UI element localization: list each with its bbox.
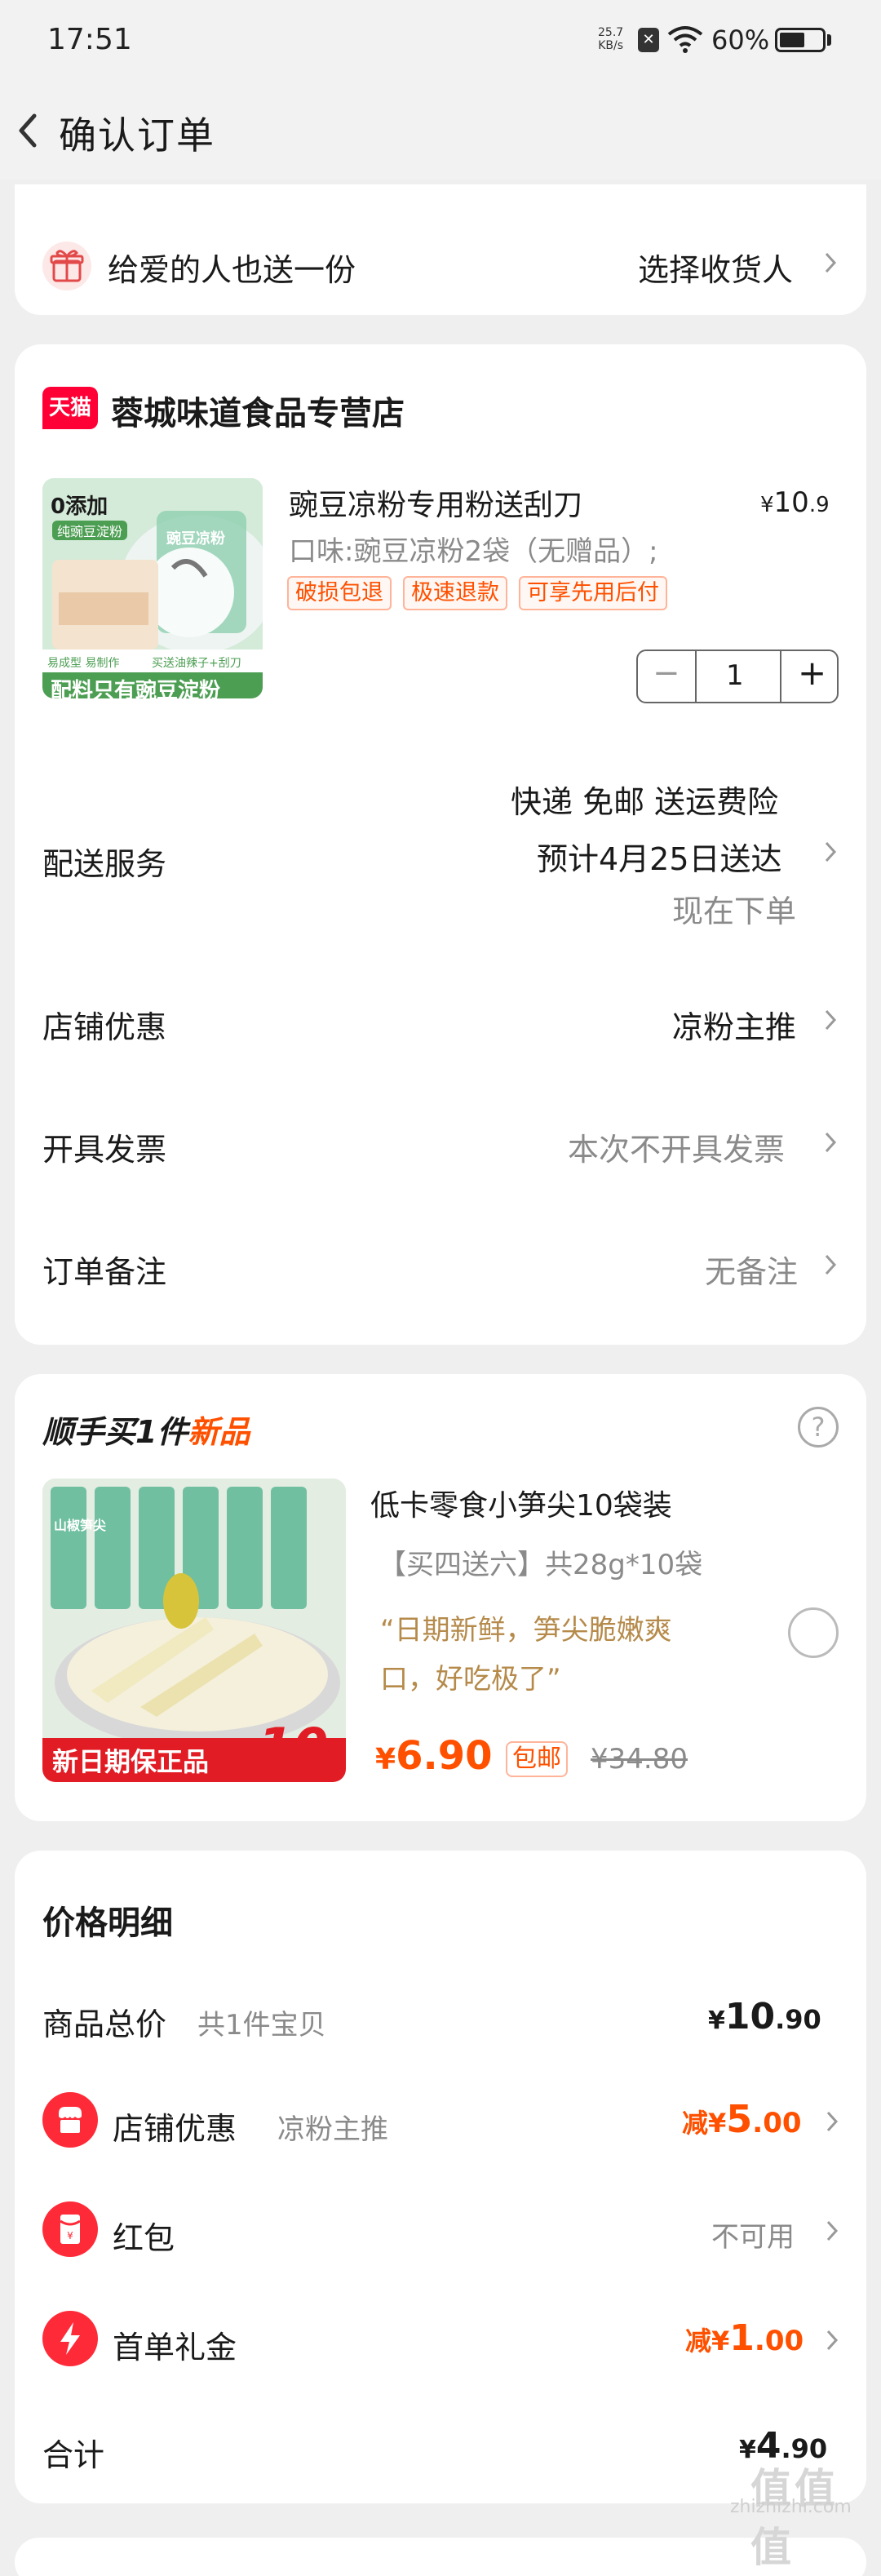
wifi-icon <box>667 26 703 53</box>
gift-card: 给爱的人也送一份 选择收货人 <box>15 184 866 315</box>
free-shipping-badge: 包邮 <box>506 1741 568 1777</box>
price-detail-card: 价格明细 商品总价 共1件宝贝 ¥10.90 店铺优惠 凉粉主推 减¥5.00 … <box>15 1851 866 2503</box>
store-card: 天猫 蓉城味道食品专营店 0添加 纯豌豆淀粉 豌豆凉粉 易成型 易制作 买送油辣… <box>15 344 866 1345</box>
product-title[interactable]: 豌豆凉粉专用粉送刮刀 <box>289 481 582 524</box>
total-label: 合计 <box>42 2437 105 2473</box>
x-box-icon: ✕ <box>638 28 659 52</box>
quantity-stepper: − 1 + <box>636 650 839 703</box>
delivery-method[interactable]: 快递 免邮 送运费险 <box>511 777 778 822</box>
delivery-eta[interactable]: 预计4月25日送达 <box>537 834 782 879</box>
goods-total-label: 商品总价 <box>42 2006 167 2042</box>
addon-product-sub: 【买四送六】共28g*10袋 <box>379 1549 703 1581</box>
chevron-left-icon[interactable] <box>10 98 42 163</box>
first-order-value[interactable]: 减¥1.00 <box>685 2317 804 2359</box>
watermark-site: zhizhizhi.com <box>730 2497 852 2517</box>
red-packet-icon: ¥ <box>42 2201 98 2257</box>
gift-icon <box>42 242 91 290</box>
help-icon[interactable]: ? <box>798 1407 839 1448</box>
tag-pay-later: 可享先用后付 <box>519 576 667 610</box>
page-title: 确认订单 <box>59 113 215 157</box>
status-time: 17:51 <box>47 23 132 56</box>
quantity-value[interactable]: 1 <box>726 659 744 692</box>
network-speed: 25.7 KB/s <box>598 26 624 52</box>
invoice-label: 开具发票 <box>42 1132 167 1168</box>
order-note-value[interactable]: 无备注 <box>705 1247 798 1292</box>
tag-fast-refund: 极速退款 <box>403 576 507 610</box>
nav-bar: 确认订单 <box>0 82 881 180</box>
chevron-right-icon[interactable] <box>824 1131 837 1154</box>
goods-count: 共1件宝贝 <box>197 2009 326 2042</box>
delivery-label: 配送服务 <box>42 846 167 882</box>
chevron-right-icon[interactable] <box>826 2219 839 2242</box>
chevron-right-icon[interactable] <box>826 2329 839 2352</box>
chevron-right-icon[interactable] <box>824 840 837 863</box>
addon-card: 顺手买1件新品 ? 新日期保正品 10 袋 山椒笋尖 低卡零食小笋尖10袋装 【… <box>15 1374 866 1821</box>
product-image[interactable]: 0添加 纯豌豆淀粉 豌豆凉粉 易成型 易制作 买送油辣子+刮刀 配料只有豌豆淀粉 <box>42 478 263 698</box>
invoice-value[interactable]: 本次不开具发票 <box>568 1124 785 1169</box>
addon-title: 顺手买1件新品 <box>42 1414 250 1450</box>
first-order-label: 首单礼金 <box>113 2330 237 2365</box>
battery-tip <box>827 34 831 46</box>
order-now-hint: 现在下单 <box>672 893 797 929</box>
goods-total-value: ¥10.90 <box>708 1996 821 2037</box>
addon-price: ¥6.90 <box>375 1733 493 1779</box>
addon-select-radio[interactable] <box>788 1607 839 1658</box>
lightning-icon <box>42 2311 98 2366</box>
product-price: ¥10.9 <box>760 486 830 519</box>
shop-discount-value[interactable]: 凉粉主推 <box>672 1002 796 1047</box>
addon-quote-line1: “日期新鲜，笋尖脆嫩爽 <box>380 1614 672 1647</box>
red-packet-label: 红包 <box>113 2220 175 2256</box>
chevron-right-icon[interactable] <box>824 1253 837 1276</box>
snack-image[interactable]: 新日期保正品 10 袋 山椒笋尖 <box>42 1479 346 1782</box>
product-variant[interactable]: 口味:豌豆凉粉2袋（无赠品）; <box>289 529 658 569</box>
store-name[interactable]: 蓉城味道食品专营店 <box>111 387 405 434</box>
price-shop-discount-value[interactable]: 减¥5.00 <box>682 2097 802 2141</box>
price-shop-discount-label: 店铺优惠 <box>113 2111 237 2147</box>
chevron-right-icon[interactable] <box>824 1009 837 1031</box>
tmall-badge: 天猫 <box>42 387 98 429</box>
red-packet-value[interactable]: 不可用 <box>711 2215 795 2255</box>
next-card-edge <box>15 2538 866 2576</box>
chevron-right-icon[interactable] <box>824 251 837 274</box>
status-bar: 17:51 25.7 KB/s ✕ 60% <box>0 0 881 82</box>
addon-quote-line2: 口，好吃极了” <box>380 1663 561 1696</box>
tag-damage-refund: 破损包退 <box>287 576 392 610</box>
gift-label: 给爱的人也送一份 <box>108 252 356 288</box>
order-note-label: 订单备注 <box>42 1254 167 1290</box>
addon-product-title[interactable]: 低卡零食小笋尖10袋装 <box>370 1482 672 1524</box>
shop-icon <box>42 2092 98 2148</box>
battery-percent: 60% <box>711 24 770 55</box>
select-recipient-button[interactable]: 选择收货人 <box>638 245 793 290</box>
battery-level <box>780 33 804 47</box>
shop-discount-label: 店铺优惠 <box>42 1009 167 1045</box>
battery-icon <box>775 28 826 52</box>
price-shop-discount-sub: 凉粉主推 <box>277 2113 388 2146</box>
minus-button[interactable]: − <box>653 654 680 692</box>
plus-button[interactable]: + <box>798 653 826 693</box>
addon-original-price: ¥34.80 <box>591 1743 688 1776</box>
chevron-right-icon[interactable] <box>826 2110 839 2133</box>
svg-text:¥: ¥ <box>67 2230 73 2241</box>
price-detail-title: 价格明细 <box>42 1904 173 1942</box>
